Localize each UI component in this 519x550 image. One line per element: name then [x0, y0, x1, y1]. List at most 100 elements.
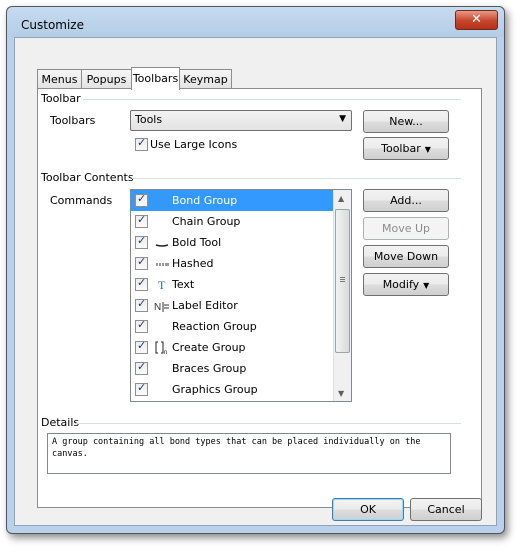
toolbar-group-label: Toolbar [41, 92, 81, 105]
command-label: Label Editor [172, 299, 238, 312]
title-bar[interactable]: Customize ✕ [7, 7, 504, 37]
toolbars-label: Toolbars [50, 114, 96, 127]
toolbar-contents-group-label: Toolbar Contents [41, 171, 134, 184]
commands-scrollbar[interactable]: ▲ ▼ [333, 190, 351, 401]
scroll-down-arrow-icon[interactable]: ▼ [338, 389, 344, 398]
svg-text:N: N [154, 302, 161, 313]
tab-keymap[interactable]: Keymap [179, 69, 232, 89]
window-title: Customize [21, 18, 84, 32]
dropdown-arrow-icon: ▼ [424, 145, 431, 154]
move-down-label: Move Down [373, 250, 439, 263]
customize-dialog: Customize ✕ Menus Popups Keymap Toolbar … [6, 6, 505, 534]
cancel-label: Cancel [427, 503, 465, 516]
command-label: Create Group [172, 341, 246, 354]
tab-toolbars[interactable]: Toolbars [131, 67, 180, 90]
toolbar-contents-divider [132, 178, 461, 179]
command-row[interactable]: ✓ Bold Tool [131, 232, 333, 253]
details-group-label: Details [41, 416, 80, 429]
toolbars-tab-panel: Toolbar Toolbars Tools ▼ New... ✓ Use La… [37, 88, 482, 508]
text-icon: T [154, 278, 170, 292]
close-button[interactable]: ✕ [455, 10, 498, 30]
command-visible-checkbox[interactable]: ✓ [135, 255, 148, 270]
grip-line [340, 279, 345, 280]
add-command-button[interactable]: Add... [363, 189, 449, 212]
add-button-label: Add... [390, 194, 422, 207]
svg-text:T: T [158, 278, 166, 292]
scroll-up-arrow-icon[interactable]: ▲ [338, 194, 344, 203]
command-visible-checkbox[interactable]: ✓ [135, 297, 148, 312]
checkmark-icon: ✓ [137, 360, 147, 373]
grip-line [340, 281, 345, 282]
use-large-icons-label: Use Large Icons [150, 138, 238, 151]
command-label: Braces Group [172, 362, 247, 375]
move-up-label: Move Up [381, 222, 431, 235]
command-label: Bond Group [172, 194, 238, 207]
tab-label: Menus [41, 73, 78, 86]
command-visible-checkbox[interactable]: ✓ [135, 381, 148, 396]
new-toolbar-button[interactable]: New... [363, 110, 449, 133]
checkmark-icon: ✓ [137, 276, 147, 289]
command-visible-checkbox[interactable]: ✓ [135, 318, 148, 333]
checkmark-icon: ✓ [137, 297, 147, 310]
toolbar-group-divider [83, 99, 461, 100]
command-row[interactable]: ✓ Graphics Group [131, 379, 333, 400]
checkmark-icon: ✓ [137, 192, 147, 205]
tab-popups[interactable]: Popups [81, 69, 132, 89]
toolbar-menu-button[interactable]: Toolbar ▼ [363, 137, 449, 160]
tab-label: Toolbars [132, 72, 179, 85]
grip-line [340, 277, 345, 278]
command-label: Chain Group [172, 215, 241, 228]
command-visible-checkbox[interactable]: ✓ [135, 360, 148, 375]
command-row[interactable]: ✓ n Create Group [131, 337, 333, 358]
chevron-down-icon: ▼ [339, 114, 346, 124]
command-visible-checkbox[interactable]: ✓ [135, 192, 148, 207]
checkmark-icon: ✓ [137, 213, 147, 226]
toolbar-button-label: Toolbar [381, 142, 421, 155]
move-down-button[interactable]: Move Down [363, 245, 449, 268]
checkmark-icon: ✓ [137, 339, 147, 352]
command-row[interactable]: ✓ T Text [131, 274, 333, 295]
bold-bond-icon [154, 236, 170, 250]
checkmark-icon: ✓ [137, 381, 147, 394]
close-icon: ✕ [471, 12, 482, 27]
cancel-button[interactable]: Cancel [410, 498, 482, 521]
create-group-icon: n [154, 341, 170, 356]
command-visible-checkbox[interactable]: ✓ [135, 276, 148, 291]
tab-menus[interactable]: Menus [37, 69, 82, 89]
new-button-label: New... [389, 115, 423, 128]
command-visible-checkbox[interactable]: ✓ [135, 339, 148, 354]
command-label: Bold Tool [172, 236, 222, 249]
command-row[interactable]: ✓ Reaction Group [131, 316, 333, 337]
scroll-thumb[interactable] [335, 209, 350, 353]
toolbars-select[interactable]: Tools ▼ [130, 110, 352, 131]
command-row[interactable]: ✓ Bond Group [131, 190, 333, 211]
command-label: Graphics Group [172, 383, 258, 396]
commands-list[interactable]: ✓ Bond Group ✓ Chain Group ✓ Bold Tool ✓ Hashed… [130, 189, 352, 402]
modify-label: Modify [382, 278, 420, 291]
dropdown-arrow-icon: ▼ [423, 281, 430, 290]
tab-label: Popups [86, 73, 127, 86]
svg-text:n: n [164, 350, 167, 355]
command-label: Reaction Group [172, 320, 257, 333]
command-visible-checkbox[interactable]: ✓ [135, 213, 148, 228]
command-row[interactable]: ✓ Hashed [131, 253, 333, 274]
details-text: A group containing all bond types that c… [47, 433, 451, 474]
command-row[interactable]: ✓ N Label Editor [131, 295, 333, 316]
command-label: Hashed [172, 257, 214, 270]
toolbars-select-value: Tools [135, 113, 163, 126]
ok-label: OK [360, 503, 376, 516]
use-large-icons-checkbox[interactable]: ✓ [135, 136, 148, 151]
ok-button[interactable]: OK [332, 498, 404, 521]
checkmark-icon: ✓ [137, 234, 147, 247]
checkmark-icon: ✓ [137, 318, 147, 331]
command-row[interactable]: ✓ Braces Group [131, 358, 333, 379]
details-divider [76, 423, 461, 424]
checkmark-icon: ✓ [137, 255, 147, 268]
move-up-button[interactable]: Move Up [363, 217, 449, 240]
commands-label: Commands [50, 194, 113, 207]
modify-button[interactable]: Modify ▼ [363, 273, 449, 296]
command-label: Text [172, 278, 195, 291]
label-editor-icon: N [154, 299, 170, 313]
command-row[interactable]: ✓ Chain Group [131, 211, 333, 232]
command-visible-checkbox[interactable]: ✓ [135, 234, 148, 249]
